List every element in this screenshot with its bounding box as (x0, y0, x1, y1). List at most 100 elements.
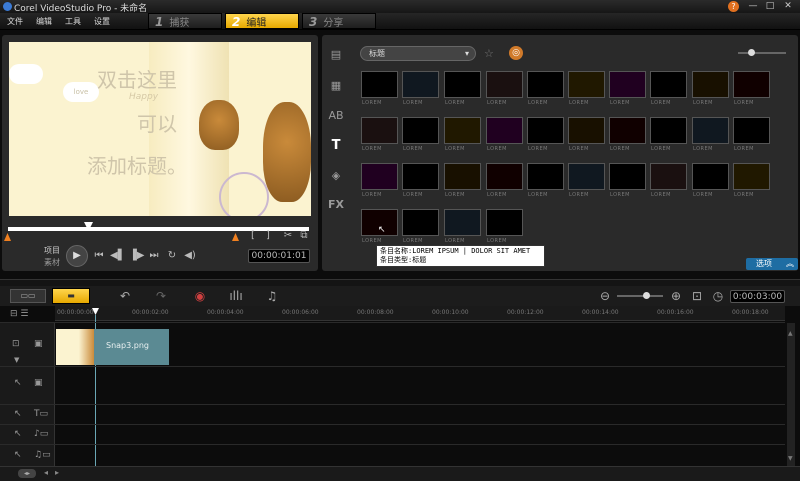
undo-icon[interactable]: ↶ (115, 287, 135, 305)
title-template-thumbnail[interactable] (527, 117, 564, 144)
get-more-icon[interactable]: ◎ (509, 46, 523, 60)
title-template-thumbnail[interactable] (609, 71, 646, 98)
title-template-thumbnail[interactable] (733, 163, 770, 190)
storyboard-view-button[interactable]: ▭▭ (10, 289, 46, 303)
mode-clip[interactable]: 素材 (44, 257, 60, 268)
media-icon[interactable]: ▤ (327, 47, 345, 63)
thumbnail-size-slider[interactable] (738, 52, 786, 54)
transition-icon[interactable]: AB (327, 108, 345, 124)
title-template-thumbnail[interactable] (650, 117, 687, 144)
title-template-thumbnail[interactable] (568, 117, 605, 144)
volume-icon[interactable]: ◀) (184, 249, 196, 263)
next-frame-icon[interactable]: ▐▶ (129, 249, 144, 263)
instant-project-icon[interactable]: ▦ (327, 78, 345, 94)
maximize-button[interactable]: □ (763, 1, 777, 12)
add-to-favorites-icon[interactable]: ☆ (484, 47, 494, 60)
previous-frame-icon[interactable]: ◀▌ (110, 249, 125, 263)
title-template-thumbnail[interactable] (527, 71, 564, 98)
zoom-out-icon[interactable]: ⊖ (595, 287, 615, 305)
scroll-up-icon[interactable]: ▲ (788, 330, 793, 337)
title-template-thumbnail[interactable] (486, 117, 523, 144)
minimize-button[interactable]: — (746, 1, 760, 12)
title-track-toggle-icon[interactable]: ↖ (14, 409, 22, 419)
scroll-left-icon[interactable]: ◂ (44, 468, 48, 477)
fit-project-icon[interactable]: ⊡ (687, 287, 707, 305)
title-template-thumbnail[interactable] (486, 209, 523, 236)
step-edit[interactable]: 2 编辑 (225, 13, 299, 29)
zoom-in-icon[interactable]: ⊕ (666, 287, 686, 305)
slider-handle[interactable] (748, 49, 755, 56)
title-template-thumbnail[interactable] (609, 117, 646, 144)
close-button[interactable]: ✕ (781, 1, 795, 12)
title-template-thumbnail[interactable] (692, 163, 729, 190)
step-capture[interactable]: 1 捕获 (148, 13, 222, 29)
title-template-thumbnail[interactable] (527, 163, 564, 190)
title-template-thumbnail[interactable] (609, 163, 646, 190)
title-template-thumbnail[interactable] (402, 117, 439, 144)
music-track-toggle-icon[interactable]: ↖ (14, 450, 22, 460)
title-template-thumbnail[interactable] (361, 163, 398, 190)
home-icon[interactable]: ⏮ (93, 249, 105, 263)
zoom-toggle-icon[interactable]: ◂▸ (18, 469, 36, 478)
zoom-slider-handle[interactable] (643, 292, 650, 299)
category-dropdown[interactable]: 标题 ▾ (360, 46, 476, 61)
split-clip-icon[interactable]: ✂ (282, 229, 294, 243)
mode-project[interactable]: 项目 (44, 245, 60, 256)
track-manager-icon[interactable]: ⊟ ☰ (10, 309, 28, 319)
vertical-scrollbar[interactable] (787, 323, 795, 466)
voice-track-toggle-icon[interactable]: ↖ (14, 429, 22, 439)
title-template-thumbnail[interactable] (361, 117, 398, 144)
auto-music-icon[interactable]: ♫ (262, 287, 282, 305)
title-template-thumbnail[interactable] (444, 209, 481, 236)
video-track-toggle-icon[interactable]: ⊡ (12, 339, 20, 349)
title-icon[interactable]: T (327, 138, 345, 154)
sound-mixer-icon[interactable]: ıllı (226, 287, 246, 305)
zoom-slider[interactable] (617, 295, 663, 297)
mark-in-icon[interactable]: [ (248, 229, 258, 243)
menu-file[interactable]: 文件 (7, 16, 23, 27)
scroll-right-icon[interactable]: ▸ (55, 468, 59, 477)
enlarge-icon[interactable]: ⧉ (298, 229, 310, 243)
title-template-thumbnail[interactable] (402, 71, 439, 98)
repeat-icon[interactable]: ↻ (166, 249, 178, 263)
title-template-thumbnail[interactable] (568, 71, 605, 98)
title-template-thumbnail[interactable] (486, 71, 523, 98)
track-divider (0, 424, 785, 425)
graphics-icon[interactable]: ◈ (327, 168, 345, 184)
menu-tools[interactable]: 工具 (65, 16, 81, 27)
record-capture-icon[interactable]: ◉ (190, 287, 210, 305)
preview-window[interactable]: love 双击这里 可以 添加标题。 Happy (9, 42, 311, 216)
title-template-thumbnail[interactable] (650, 163, 687, 190)
filter-fx-icon[interactable]: FX (327, 197, 345, 213)
title-template-thumbnail[interactable] (486, 163, 523, 190)
title-template-thumbnail[interactable] (692, 117, 729, 144)
scroll-down-icon[interactable]: ▼ (788, 455, 793, 462)
tooltip-name: 条目名称:LOREM IPSUM | DOLOR SIT AMET (380, 247, 531, 255)
title-template-thumbnail[interactable] (733, 117, 770, 144)
redo-icon[interactable]: ↷ (151, 287, 171, 305)
title-template-thumbnail[interactable] (444, 71, 481, 98)
title-template-thumbnail[interactable] (444, 163, 481, 190)
help-icon[interactable]: ? (728, 1, 739, 12)
title-template-thumbnail[interactable] (650, 71, 687, 98)
title-template-thumbnail[interactable] (361, 71, 398, 98)
step-share[interactable]: 3 分享 (302, 13, 376, 29)
menu-settings[interactable]: 设置 (94, 16, 110, 27)
mark-out-icon[interactable]: ] (263, 229, 273, 243)
title-template-thumbnail[interactable] (444, 117, 481, 144)
title-template-thumbnail[interactable] (692, 71, 729, 98)
title-template-thumbnail[interactable] (568, 163, 605, 190)
video-clip[interactable]: Snap3.png (94, 329, 169, 365)
splitter[interactable] (0, 279, 800, 286)
title-template-thumbnail[interactable] (402, 163, 439, 190)
end-icon[interactable]: ⏭ (148, 249, 160, 263)
timecode-display[interactable]: 00:00:01:01 (248, 249, 310, 263)
expand-icon[interactable]: ▼ (14, 356, 19, 364)
menu-edit[interactable]: 编辑 (36, 16, 52, 27)
title-template-thumbnail[interactable] (733, 71, 770, 98)
options-button[interactable]: 选项 ︽ (746, 258, 798, 270)
overlay-track-toggle-icon[interactable]: ↖ (14, 378, 22, 388)
play-button[interactable]: ▶ (66, 245, 88, 267)
timeline-view-button[interactable]: ▬ (52, 288, 90, 304)
title-template-thumbnail[interactable] (402, 209, 439, 236)
